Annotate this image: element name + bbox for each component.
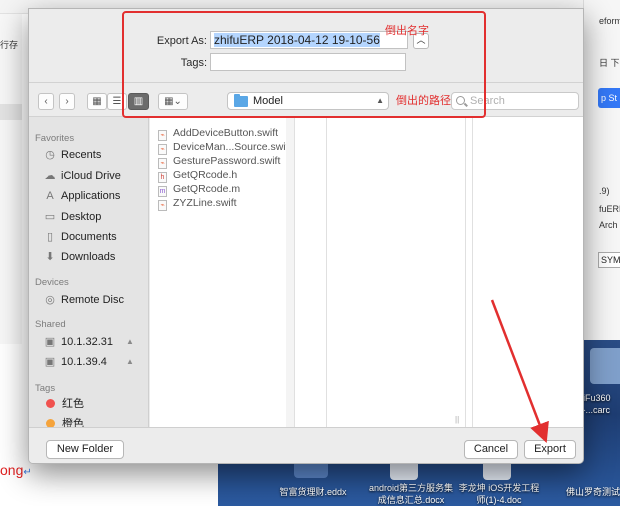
annotation-arrow	[490, 299, 549, 444]
arrow-icon	[490, 299, 549, 444]
